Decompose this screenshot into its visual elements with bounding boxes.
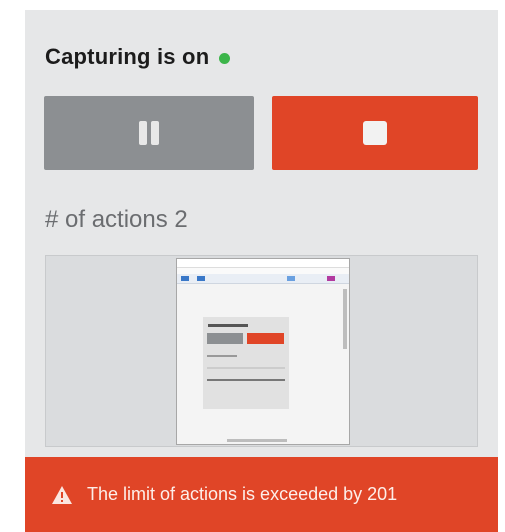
pause-icon [139, 121, 159, 145]
stop-icon [363, 121, 387, 145]
warning-icon [51, 485, 73, 505]
screenshot-preview[interactable] [45, 255, 478, 447]
capture-panel: Capturing is on # of actions 2 The limit… [25, 10, 498, 532]
pause-button[interactable] [44, 96, 254, 170]
limit-warning-banner: The limit of actions is exceeded by 201 [25, 457, 498, 532]
stop-button[interactable] [272, 96, 478, 170]
preview-thumbnail-window [176, 258, 350, 445]
status-indicator-dot [219, 53, 231, 64]
capture-status-title: Capturing is on [45, 44, 210, 69]
warning-message: The limit of actions is exceeded by 201 [87, 484, 398, 504]
capture-header: Capturing is on [45, 44, 231, 70]
actions-count-label: # of actions 2 [45, 206, 188, 233]
